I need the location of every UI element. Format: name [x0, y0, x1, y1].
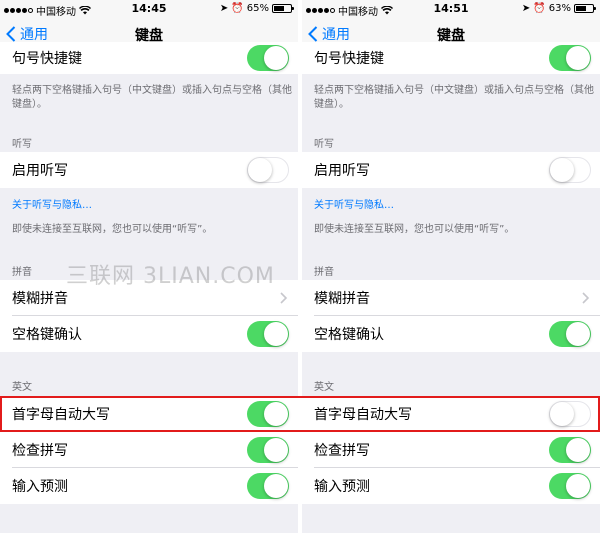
- row-auto-capitalization: 首字母自动大写: [302, 396, 600, 432]
- row-enable-dictation: 启用听写: [0, 152, 298, 188]
- period-note: 轻点两下空格键插入句号（中文键盘）或插入句点与空格（其他键盘）。: [314, 85, 594, 110]
- row-period-shortcut: 句号快捷键: [0, 42, 298, 74]
- dictation-privacy-link[interactable]: 关于听写与隐私…: [314, 196, 394, 211]
- row-auto-capitalization: 首字母自动大写: [0, 396, 298, 432]
- row-label: 首字母自动大写: [12, 407, 110, 423]
- chevron-right-icon: [582, 292, 590, 304]
- battery-percent: 65%: [246, 3, 269, 14]
- status-bar: 中国移动 14:51 ➤ ⏰ 63%: [302, 0, 600, 18]
- alarm-icon: ⏰: [533, 3, 546, 14]
- row-enable-dictation: 启用听写: [302, 152, 600, 188]
- row-space-confirm: 空格键确认: [0, 316, 298, 352]
- period-shortcut-toggle[interactable]: [247, 45, 289, 71]
- alarm-icon: ⏰: [231, 3, 244, 14]
- row-label: 模糊拼音: [12, 291, 68, 307]
- row-check-spelling: 检查拼写: [302, 432, 600, 468]
- period-shortcut-toggle[interactable]: [549, 45, 591, 71]
- watermark: 三联网 3LIAN.COM: [66, 264, 275, 289]
- row-predictive: 输入预测: [0, 468, 298, 504]
- chevron-right-icon: [280, 292, 288, 304]
- dictation-privacy-link[interactable]: 关于听写与隐私…: [12, 196, 92, 211]
- period-note: 轻点两下空格键插入句号（中文键盘）或插入句点与空格（其他键盘）。: [12, 85, 292, 110]
- section-header-pinyin: 拼音: [314, 267, 334, 278]
- row-check-spelling: 检查拼写: [0, 432, 298, 468]
- battery-percent: 63%: [548, 3, 571, 14]
- row-period-shortcut: 句号快捷键: [302, 42, 600, 74]
- row-label: 检查拼写: [314, 443, 370, 459]
- section-header-dictation: 听写: [314, 139, 334, 150]
- row-space-confirm: 空格键确认: [302, 316, 600, 352]
- space-confirm-toggle[interactable]: [549, 321, 591, 347]
- predictive-toggle[interactable]: [549, 473, 591, 499]
- check-spelling-toggle[interactable]: [549, 437, 591, 463]
- predictive-toggle[interactable]: [247, 473, 289, 499]
- dictation-note: 即使未连接至互联网，您也可以使用“听写”。: [314, 224, 515, 235]
- location-icon: ➤: [521, 3, 531, 14]
- status-bar: 中国移动 14:45 ➤ ⏰ 65%: [0, 0, 298, 18]
- row-label: 检查拼写: [12, 443, 68, 459]
- row-label: 空格键确认: [314, 327, 384, 343]
- battery-icon: [272, 4, 294, 13]
- row-label: 句号快捷键: [12, 51, 82, 67]
- row-fuzzy-pinyin[interactable]: 模糊拼音: [302, 280, 600, 316]
- row-label: 模糊拼音: [314, 291, 370, 307]
- location-icon: ➤: [219, 3, 229, 14]
- section-header-dictation: 听写: [12, 139, 32, 150]
- section-header-pinyin: 拼音: [12, 267, 32, 278]
- auto-capitalization-toggle[interactable]: [247, 401, 289, 427]
- space-confirm-toggle[interactable]: [247, 321, 289, 347]
- row-label: 输入预测: [12, 479, 68, 495]
- row-label: 空格键确认: [12, 327, 82, 343]
- row-label: 首字母自动大写: [314, 407, 412, 423]
- row-label: 启用听写: [314, 163, 370, 179]
- auto-capitalization-toggle[interactable]: [549, 401, 591, 427]
- dictation-note: 即使未连接至互联网，您也可以使用“听写”。: [12, 224, 213, 235]
- check-spelling-toggle[interactable]: [247, 437, 289, 463]
- row-label: 启用听写: [12, 163, 68, 179]
- section-header-english: 英文: [12, 382, 32, 393]
- enable-dictation-toggle[interactable]: [247, 157, 289, 183]
- section-header-english: 英文: [314, 382, 334, 393]
- battery-icon: [574, 4, 596, 13]
- row-label: 输入预测: [314, 479, 370, 495]
- enable-dictation-toggle[interactable]: [549, 157, 591, 183]
- row-label: 句号快捷键: [314, 51, 384, 67]
- screen-after: 中国移动 14:51 ➤ ⏰ 63% 通用 键盘 句号快捷键 轻点两下空格键插入…: [302, 0, 600, 533]
- row-predictive: 输入预测: [302, 468, 600, 504]
